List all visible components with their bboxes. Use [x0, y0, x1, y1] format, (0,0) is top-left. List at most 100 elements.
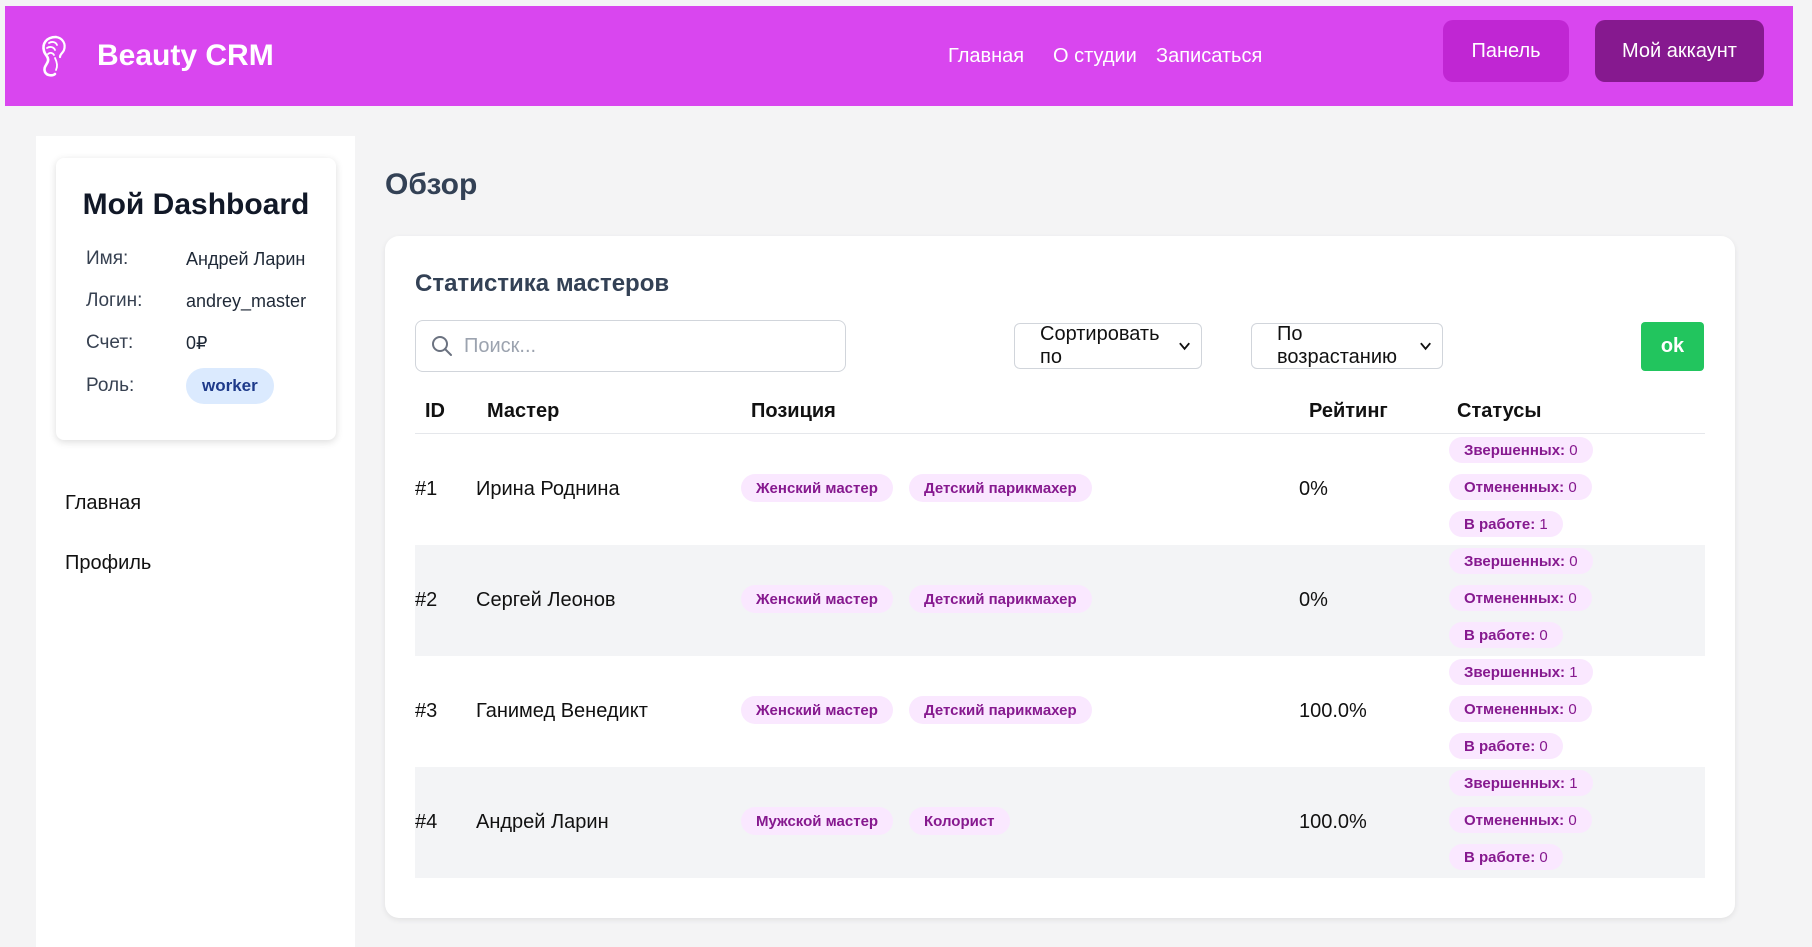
row-rating: 0% — [1299, 589, 1328, 611]
name-value: Андрей Ларин — [186, 248, 306, 269]
status-in-work-label: В работе — [1464, 515, 1531, 533]
position-badge: Колорист — [909, 807, 1010, 835]
status-cancelled-badge: Отмененных: 0 — [1449, 585, 1592, 611]
sidebar-item-home[interactable]: Главная — [65, 492, 141, 515]
search-input[interactable] — [464, 334, 844, 358]
row-id: #2 — [415, 589, 438, 611]
status-cancelled-count: 0 — [1568, 700, 1577, 718]
login-label: Логин: — [86, 290, 143, 311]
sort-by-select[interactable]: Сортировать по — [1014, 323, 1202, 369]
position-badge: Женский мастер — [741, 696, 893, 724]
panel-button[interactable]: Панель — [1443, 20, 1569, 82]
row-rating: 100.0% — [1299, 811, 1367, 833]
position-badge: Детский парикмахер — [909, 585, 1092, 613]
row-master-name: Сергей Леонов — [476, 589, 616, 611]
status-done-label: Звершенных — [1464, 663, 1561, 681]
position-badge: Детский парикмахер — [909, 474, 1092, 502]
status-done-count: 0 — [1569, 441, 1578, 459]
profile-row-balance: Счет: 0₽ — [86, 332, 207, 354]
status-done-label: Звершенных — [1464, 552, 1561, 570]
brand-name: Beauty CRM — [97, 39, 274, 72]
search-box — [415, 320, 846, 372]
status-in-work-label: В работе — [1464, 848, 1531, 866]
status-done-badge: Звершенных: 1 — [1449, 770, 1593, 796]
row-master-name: Ирина Роднина — [476, 478, 620, 500]
col-id[interactable]: ID — [425, 400, 445, 423]
table-header: ID Мастер Позиция Рейтинг Статусы — [415, 392, 1705, 434]
woman-silhouette-icon — [33, 33, 73, 79]
status-cancelled-count: 0 — [1568, 589, 1577, 607]
order-value: По возрастанию — [1277, 323, 1397, 368]
position-badge: Женский мастер — [741, 474, 893, 502]
profile-row-login: Логин: andrey_master — [86, 290, 306, 312]
status-cancelled-count: 0 — [1568, 811, 1577, 829]
login-value: andrey_master — [186, 290, 307, 311]
table-row[interactable]: #3 Ганимед Венедикт Женский мастер Детск… — [415, 656, 1705, 767]
col-master[interactable]: Мастер — [487, 400, 559, 423]
nav-link-home[interactable]: Главная — [948, 45, 1024, 68]
status-done-label: Звершенных — [1464, 774, 1561, 792]
profile-row-name: Имя: Андрей Ларин — [86, 248, 305, 270]
profile-card: Мой Dashboard Имя: Андрей Ларин Логин: a… — [56, 158, 336, 440]
table-row[interactable]: #1 Ирина Роднина Женский мастер Детский … — [415, 434, 1705, 545]
status-in-work-count: 0 — [1539, 737, 1548, 755]
table-row[interactable]: #4 Андрей Ларин Мужской мастер Колорист … — [415, 767, 1705, 878]
page-title: Обзор — [385, 168, 478, 201]
row-master-name: Ганимед Венедикт — [476, 700, 648, 722]
profile-row-role: Роль: worker — [86, 368, 274, 404]
status-in-work-count: 1 — [1539, 515, 1548, 533]
col-position[interactable]: Позиция — [751, 400, 836, 423]
position-badge: Мужской мастер — [741, 807, 894, 835]
status-in-work-badge: В работе: 0 — [1449, 733, 1563, 759]
dashboard-title: Мой Dashboard — [82, 188, 310, 221]
order-select[interactable]: По возрастанию — [1251, 323, 1443, 369]
ok-button[interactable]: ok — [1641, 322, 1704, 371]
sidebar-item-profile[interactable]: Профиль — [65, 552, 151, 575]
chevron-down-icon — [1179, 342, 1190, 351]
top-navbar: Beauty CRM Главная О студии Записаться П… — [5, 6, 1793, 106]
row-id: #1 — [415, 478, 438, 500]
status-cancelled-label: Отмененных — [1464, 589, 1560, 607]
search-icon — [432, 336, 452, 356]
name-label: Имя: — [86, 248, 129, 269]
my-account-button[interactable]: Мой аккаунт — [1595, 20, 1764, 82]
masters-table: ID Мастер Позиция Рейтинг Статусы #1 Ири… — [415, 392, 1705, 878]
status-in-work-count: 0 — [1539, 848, 1548, 866]
status-done-badge: Звершенных: 0 — [1449, 437, 1593, 463]
brand-logo[interactable]: Beauty CRM — [33, 33, 274, 79]
status-cancelled-label: Отмененных — [1464, 811, 1560, 829]
role-badge: worker — [186, 368, 274, 404]
status-done-count: 1 — [1569, 663, 1578, 681]
row-id: #4 — [415, 811, 438, 833]
row-master-name: Андрей Ларин — [476, 811, 609, 833]
sidebar: Мой Dashboard Имя: Андрей Ларин Логин: a… — [36, 136, 355, 947]
col-rating[interactable]: Рейтинг — [1309, 400, 1388, 423]
col-statuses[interactable]: Статусы — [1457, 400, 1541, 423]
status-in-work-badge: В работе: 0 — [1449, 844, 1563, 870]
status-done-count: 0 — [1569, 552, 1578, 570]
sort-by-value: Сортировать по — [1040, 323, 1160, 368]
masters-stats-card: Статистика мастеров Сортировать по По во… — [385, 236, 1735, 918]
status-in-work-badge: В работе: 0 — [1449, 622, 1563, 648]
status-cancelled-badge: Отмененных: 0 — [1449, 474, 1592, 500]
status-in-work-label: В работе — [1464, 626, 1531, 644]
nav-link-book[interactable]: Записаться — [1156, 45, 1262, 68]
status-done-count: 1 — [1569, 774, 1578, 792]
status-done-badge: Звершенных: 0 — [1449, 548, 1593, 574]
row-rating: 100.0% — [1299, 700, 1367, 722]
position-badge: Детский парикмахер — [909, 696, 1092, 724]
nav-link-about[interactable]: О студии — [1053, 45, 1137, 68]
table-row[interactable]: #2 Сергей Леонов Женский мастер Детский … — [415, 545, 1705, 656]
status-in-work-label: В работе — [1464, 737, 1531, 755]
row-rating: 0% — [1299, 478, 1328, 500]
status-in-work-count: 0 — [1539, 626, 1548, 644]
status-in-work-badge: В работе: 1 — [1449, 511, 1563, 537]
status-cancelled-count: 0 — [1568, 478, 1577, 496]
role-label: Роль: — [86, 375, 135, 396]
balance-label: Счет: — [86, 332, 134, 353]
status-cancelled-badge: Отмененных: 0 — [1449, 807, 1592, 833]
status-done-badge: Звершенных: 1 — [1449, 659, 1593, 685]
status-cancelled-label: Отмененных — [1464, 478, 1560, 496]
status-done-label: Звершенных — [1464, 441, 1561, 459]
card-title: Статистика мастеров — [415, 270, 670, 297]
